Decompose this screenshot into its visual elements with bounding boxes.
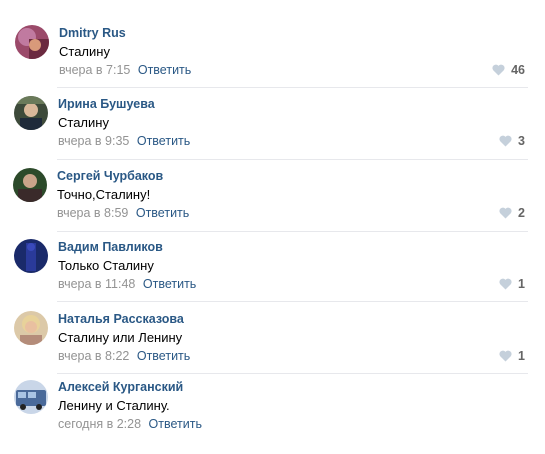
comment-time[interactable]: вчера в 9:35 <box>58 134 129 148</box>
divider <box>57 87 528 88</box>
heart-icon <box>492 64 505 76</box>
avatar[interactable] <box>14 380 48 414</box>
like-button[interactable]: 1 <box>499 277 525 291</box>
comment-author[interactable]: Вадим Павликов <box>58 240 163 254</box>
comment-author[interactable]: Ирина Бушуева <box>58 97 155 111</box>
comment-text: Сталину <box>58 115 109 130</box>
reply-button[interactable]: Ответить <box>138 63 191 77</box>
comment-time[interactable]: вчера в 11:48 <box>58 277 135 291</box>
heart-icon <box>499 207 512 219</box>
like-count: 1 <box>518 349 525 363</box>
comment-text: Сталину или Ленину <box>58 330 183 345</box>
comment-meta: вчера в 7:15 Ответить <box>59 63 191 77</box>
comment-text: Только Сталину <box>58 258 154 273</box>
divider <box>57 373 528 374</box>
divider <box>57 159 528 160</box>
avatar[interactable] <box>14 239 48 273</box>
avatar[interactable] <box>13 168 47 202</box>
heart-icon <box>499 278 512 290</box>
comment-author[interactable]: Алексей Курганский <box>58 380 183 394</box>
like-button[interactable]: 2 <box>499 206 525 220</box>
comment-text: Точно,Сталину! <box>57 187 151 202</box>
comment-time[interactable]: вчера в 8:22 <box>58 349 129 363</box>
avatar[interactable] <box>14 311 48 345</box>
comment-meta: вчера в 8:22 Ответить <box>58 349 190 363</box>
like-button[interactable]: 3 <box>499 134 525 148</box>
reply-button[interactable]: Ответить <box>137 134 190 148</box>
like-count: 46 <box>511 63 525 77</box>
comment-author[interactable]: Dmitry Rus <box>59 26 126 40</box>
divider <box>57 231 528 232</box>
like-count: 1 <box>518 277 525 291</box>
heart-icon <box>499 350 512 362</box>
reply-button[interactable]: Ответить <box>143 277 196 291</box>
avatar[interactable] <box>14 96 48 130</box>
reply-button[interactable]: Ответить <box>149 417 202 431</box>
like-count: 2 <box>518 206 525 220</box>
comment-meta: сегодня в 2:28 Ответить <box>58 417 202 431</box>
divider <box>57 301 528 302</box>
comment-time[interactable]: вчера в 7:15 <box>59 63 130 77</box>
comment-meta: вчера в 8:59 Ответить <box>57 206 189 220</box>
like-button[interactable]: 46 <box>492 63 525 77</box>
comment-meta: вчера в 11:48 Ответить <box>58 277 196 291</box>
reply-button[interactable]: Ответить <box>137 349 190 363</box>
comment-time[interactable]: вчера в 8:59 <box>57 206 128 220</box>
like-button[interactable]: 1 <box>499 349 525 363</box>
comment-text: Сталину <box>59 44 110 59</box>
like-count: 3 <box>518 134 525 148</box>
comment-time[interactable]: сегодня в 2:28 <box>58 417 141 431</box>
heart-icon <box>499 135 512 147</box>
avatar[interactable] <box>15 25 49 59</box>
comment-text: Ленину и Сталину. <box>58 398 170 413</box>
comment-meta: вчера в 9:35 Ответить <box>58 134 190 148</box>
comment-author[interactable]: Сергей Чурбаков <box>57 169 163 183</box>
reply-button[interactable]: Ответить <box>136 206 189 220</box>
comment-author[interactable]: Наталья Рассказова <box>58 312 184 326</box>
